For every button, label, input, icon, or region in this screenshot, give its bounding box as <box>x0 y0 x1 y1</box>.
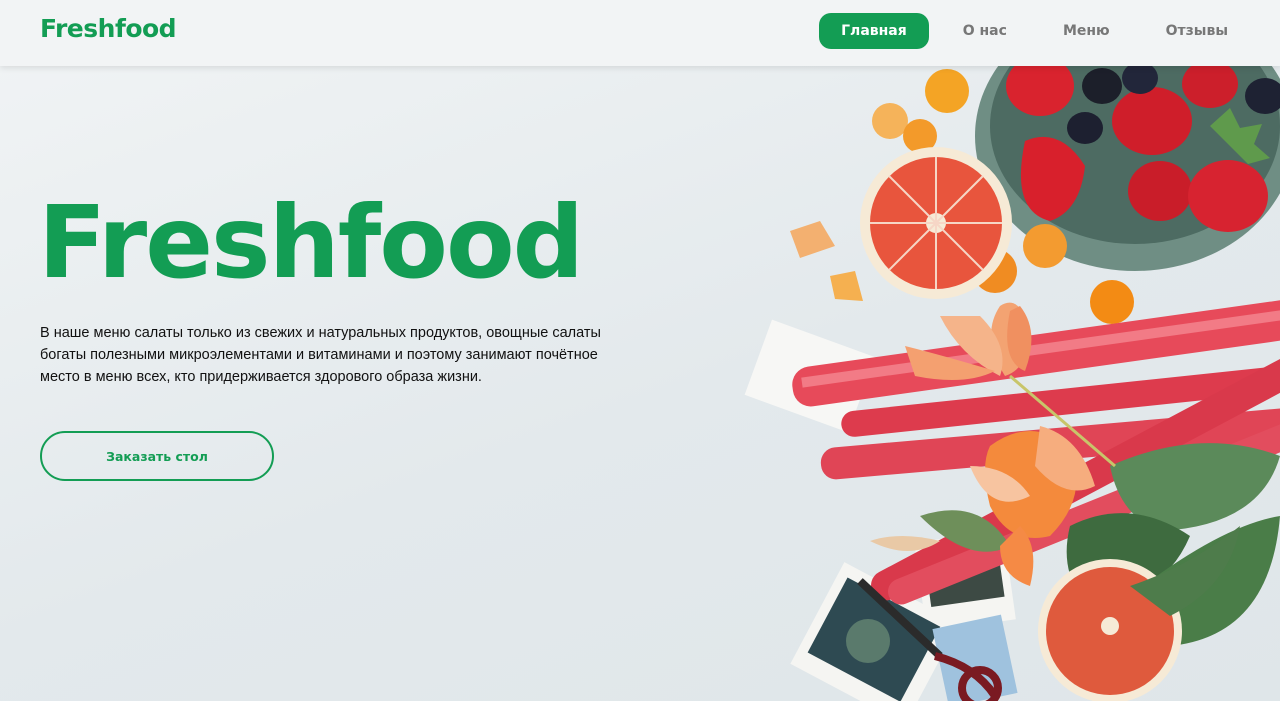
fresh-food-image <box>740 66 1280 701</box>
site-header: Freshfood Главная О нас Меню Отзывы <box>0 0 1280 66</box>
logo[interactable]: Freshfood <box>40 14 177 43</box>
blood-orange-top <box>860 147 1012 299</box>
nav-item-reviews[interactable]: Отзывы <box>1144 13 1250 49</box>
nav-item-home[interactable]: Главная <box>819 13 929 49</box>
book-table-button[interactable]: Заказать стол <box>40 431 274 481</box>
berry-bowl <box>975 66 1280 271</box>
nav-item-about[interactable]: О нас <box>941 13 1029 49</box>
main-nav: Главная О нас Меню Отзывы <box>807 13 1250 49</box>
hero-title: Freshfood <box>38 184 584 301</box>
hero-description: В наше меню салаты только из свежих и на… <box>40 325 601 385</box>
nav-item-menu[interactable]: Меню <box>1041 13 1132 49</box>
